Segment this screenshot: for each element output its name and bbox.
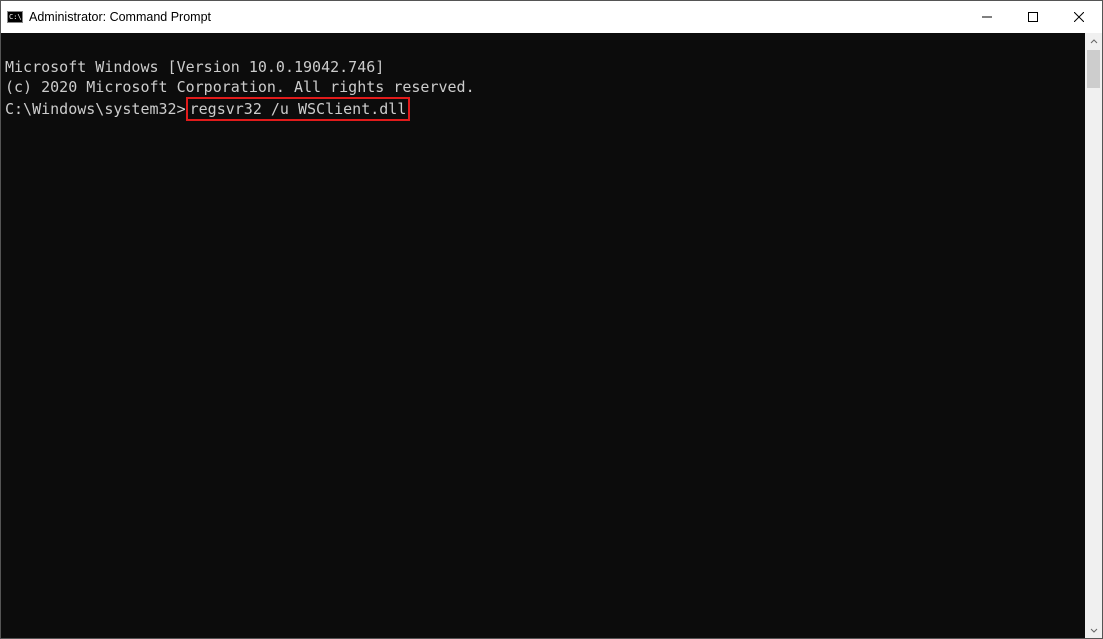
entered-command: regsvr32 /u WSClient.dll xyxy=(190,100,407,118)
chevron-up-icon xyxy=(1090,38,1098,46)
scroll-up-button[interactable] xyxy=(1085,33,1102,50)
terminal-line-version: Microsoft Windows [Version 10.0.19042.74… xyxy=(5,57,1085,77)
svg-text:C:\: C:\ xyxy=(9,13,22,21)
terminal-prompt-line: C:\Windows\system32>regsvr32 /u WSClient… xyxy=(5,97,1085,121)
command-highlight-box: regsvr32 /u WSClient.dll xyxy=(186,97,411,121)
prompt-path: C:\Windows\system32> xyxy=(5,100,186,118)
terminal-line-copyright: (c) 2020 Microsoft Corporation. All righ… xyxy=(5,77,1085,97)
scroll-down-button[interactable] xyxy=(1085,621,1102,638)
terminal-area[interactable]: Microsoft Windows [Version 10.0.19042.74… xyxy=(1,33,1085,638)
window-frame: C:\ Administrator: Command Prompt Micros… xyxy=(0,0,1103,639)
close-icon xyxy=(1074,12,1084,22)
minimize-icon xyxy=(982,12,992,22)
chevron-down-icon xyxy=(1090,626,1098,634)
maximize-icon xyxy=(1028,12,1038,22)
close-button[interactable] xyxy=(1056,1,1102,33)
client-area: Microsoft Windows [Version 10.0.19042.74… xyxy=(1,33,1102,638)
window-title: Administrator: Command Prompt xyxy=(29,10,964,24)
titlebar[interactable]: C:\ Administrator: Command Prompt xyxy=(1,1,1102,33)
scrollbar-thumb[interactable] xyxy=(1087,50,1100,88)
maximize-button[interactable] xyxy=(1010,1,1056,33)
vertical-scrollbar[interactable] xyxy=(1085,33,1102,638)
cmd-icon: C:\ xyxy=(7,9,23,25)
scrollbar-track[interactable] xyxy=(1085,50,1102,621)
minimize-button[interactable] xyxy=(964,1,1010,33)
window-controls xyxy=(964,1,1102,33)
